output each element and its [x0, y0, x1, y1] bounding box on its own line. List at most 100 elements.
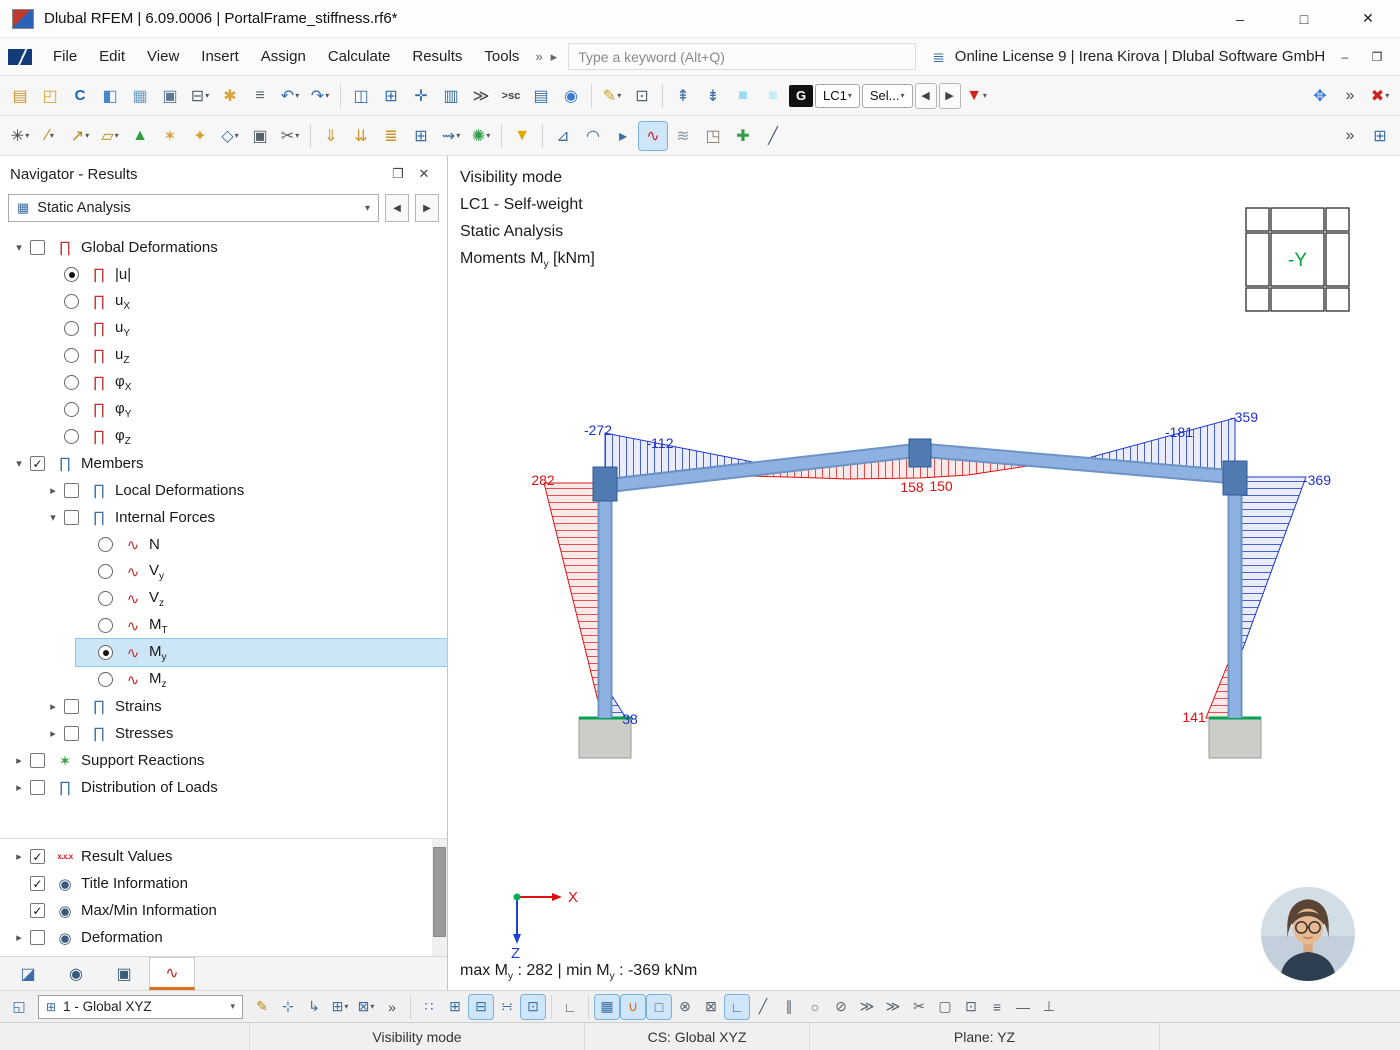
result-on-line-button[interactable]: ◠: [579, 122, 607, 150]
menu-view[interactable]: View: [136, 43, 190, 70]
print-button[interactable]: ⊟▾: [186, 82, 214, 110]
object-snap-button[interactable]: ⊡: [521, 995, 545, 1019]
extension2-snap-button[interactable]: ≫: [881, 995, 905, 1019]
pane-toggle-button[interactable]: ◱: [7, 995, 31, 1019]
expander-closed-icon[interactable]: ▸: [8, 850, 30, 863]
magnet-snap-button[interactable]: ∪: [621, 995, 645, 1019]
visibility-filter-button[interactable]: ▼: [508, 122, 536, 150]
moment-diagram-button[interactable]: ∿: [639, 122, 667, 150]
section-line-button[interactable]: ╱: [759, 122, 787, 150]
snap-points-button[interactable]: ∷: [417, 995, 441, 1019]
menu-edit[interactable]: Edit: [88, 43, 136, 70]
checkbox-local-deformations[interactable]: [64, 483, 79, 498]
sc-export-button[interactable]: >sc: [497, 82, 525, 110]
tree-item-force-vy[interactable]: ∿Vy: [0, 558, 447, 585]
save-button[interactable]: ▣: [156, 82, 184, 110]
tree-item-force-mz[interactable]: ∿Mz: [0, 666, 447, 693]
nodal-load-button[interactable]: ⇓: [317, 122, 345, 150]
tree-item-distribution-of-loads[interactable]: ▸∏Distribution of Loads: [0, 774, 447, 801]
dlubal-cloud-button[interactable]: C: [66, 82, 94, 110]
corner-snap-button[interactable]: ∟: [725, 995, 749, 1019]
render-model-button[interactable]: ◧: [96, 82, 124, 110]
tree-item-u-abs[interactable]: ∏|u|: [0, 261, 447, 288]
radio-u-z[interactable]: [64, 348, 79, 363]
generate-loads-button[interactable]: ✺▾: [467, 122, 495, 150]
tree-item-title-information[interactable]: ✓◉Title Information: [0, 870, 447, 897]
user-avatar[interactable]: [1261, 887, 1355, 981]
menu-overflow-icon[interactable]: »: [532, 49, 545, 64]
ortho-button[interactable]: ∟: [558, 995, 582, 1019]
expander-open-icon[interactable]: ▾: [8, 457, 30, 470]
new-hinge-button[interactable]: ✶: [156, 122, 184, 150]
grid-snap-button[interactable]: ⊟: [469, 995, 493, 1019]
new-line-button[interactable]: ∕▾: [36, 122, 64, 150]
checkbox-distribution-of-loads[interactable]: [30, 780, 45, 795]
next-loadcase-button[interactable]: ▶: [939, 83, 961, 109]
grid-on-button[interactable]: ⊞: [443, 995, 467, 1019]
new-file-button[interactable]: ▤: [6, 82, 34, 110]
new-support-button[interactable]: ▲: [126, 122, 154, 150]
maximize-button[interactable]: □: [1272, 0, 1336, 38]
tree-item-global-deformations[interactable]: ▾∏Global Deformations: [0, 234, 447, 261]
scrollbar-thumb[interactable]: [433, 847, 446, 937]
menu-insert[interactable]: Insert: [190, 43, 250, 70]
radio-phi-y[interactable]: [64, 402, 79, 417]
surface-load-button[interactable]: ≣: [377, 122, 405, 150]
keyword-search-input[interactable]: [568, 43, 916, 70]
menu-expand-icon[interactable]: ▸: [548, 49, 561, 65]
grid-settings-button[interactable]: ⊞▾: [328, 995, 352, 1019]
share-model-button[interactable]: ✚: [729, 122, 757, 150]
minimize-button[interactable]: –: [1208, 0, 1272, 38]
color-scale-lighter[interactable]: ■: [759, 82, 787, 110]
menu-assign[interactable]: Assign: [250, 43, 317, 70]
previous-result-button[interactable]: ◀: [385, 194, 409, 222]
toolbar1-overflow[interactable]: »: [1336, 82, 1364, 110]
toolbar2-overflow[interactable]: »: [1336, 122, 1364, 150]
printout-report-button[interactable]: ▤: [527, 82, 555, 110]
solver-button[interactable]: ≫: [467, 82, 495, 110]
imperfection-button[interactable]: ⇝▾: [437, 122, 465, 150]
table-results-button[interactable]: ▥: [437, 82, 465, 110]
radio-phi-z[interactable]: [64, 429, 79, 444]
hide-button[interactable]: —: [1011, 995, 1035, 1019]
checkbox-result-values[interactable]: ✓: [30, 849, 45, 864]
dashed-select-button[interactable]: ▢: [933, 995, 957, 1019]
table-axes-button[interactable]: ✛: [407, 82, 435, 110]
checkbox-internal-forces[interactable]: [64, 510, 79, 525]
trim-button[interactable]: ✂: [907, 995, 931, 1019]
snap-settings-button[interactable]: ⊠▾: [354, 995, 378, 1019]
align-workplane-button[interactable]: ↳: [302, 995, 326, 1019]
checkbox-support-reactions[interactable]: [30, 753, 45, 768]
model-canvas[interactable]: X Z Visibility mode LC1 - Self-weight St…: [448, 156, 1400, 990]
checkbox-strains[interactable]: [64, 699, 79, 714]
right-grid-button[interactable]: ⊞: [1366, 122, 1394, 150]
checkbox-maxmin-information[interactable]: ✓: [30, 903, 45, 918]
parallel-snap-button[interactable]: ∥: [777, 995, 801, 1019]
checkbox-members[interactable]: ✓: [30, 456, 45, 471]
tree-item-force-n[interactable]: ∿N: [0, 531, 447, 558]
smooth-results-button[interactable]: ≋: [669, 122, 697, 150]
table-panel-button[interactable]: ◫: [347, 82, 375, 110]
tree-item-u-x[interactable]: ∏uX: [0, 288, 447, 315]
line-snap-button[interactable]: ╱: [751, 995, 775, 1019]
coordinate-system-select[interactable]: ⊞ 1 - Global XYZ ▾: [38, 995, 243, 1019]
workplane-edit-button[interactable]: ✎: [250, 995, 274, 1019]
new-member-button[interactable]: ↗▾: [66, 122, 94, 150]
radio-force-my[interactable]: [98, 645, 113, 660]
navigator-tab-results[interactable]: ∿: [149, 957, 195, 990]
radio-force-mz[interactable]: [98, 672, 113, 687]
circle-snap-button[interactable]: ○: [803, 995, 827, 1019]
close-button[interactable]: ✕: [1336, 0, 1400, 38]
menu-tools[interactable]: Tools: [473, 43, 530, 70]
tree-item-phi-x[interactable]: ∏φX: [0, 369, 447, 396]
document-minimize-button[interactable]: –: [1330, 42, 1360, 72]
float-panel-icon[interactable]: ❐: [385, 166, 411, 182]
result-diagram-button[interactable]: ⊿: [549, 122, 577, 150]
load-case-selector[interactable]: LC1▾: [815, 84, 860, 108]
tree-item-u-y[interactable]: ∏uY: [0, 315, 447, 342]
cross-snap-button[interactable]: ⊠: [699, 995, 723, 1019]
menu-results[interactable]: Results: [401, 43, 473, 70]
insert-table-button[interactable]: ⊡: [628, 82, 656, 110]
tree-item-local-deformations[interactable]: ▸∏Local Deformations: [0, 477, 447, 504]
next-result-button[interactable]: ▶: [415, 194, 439, 222]
